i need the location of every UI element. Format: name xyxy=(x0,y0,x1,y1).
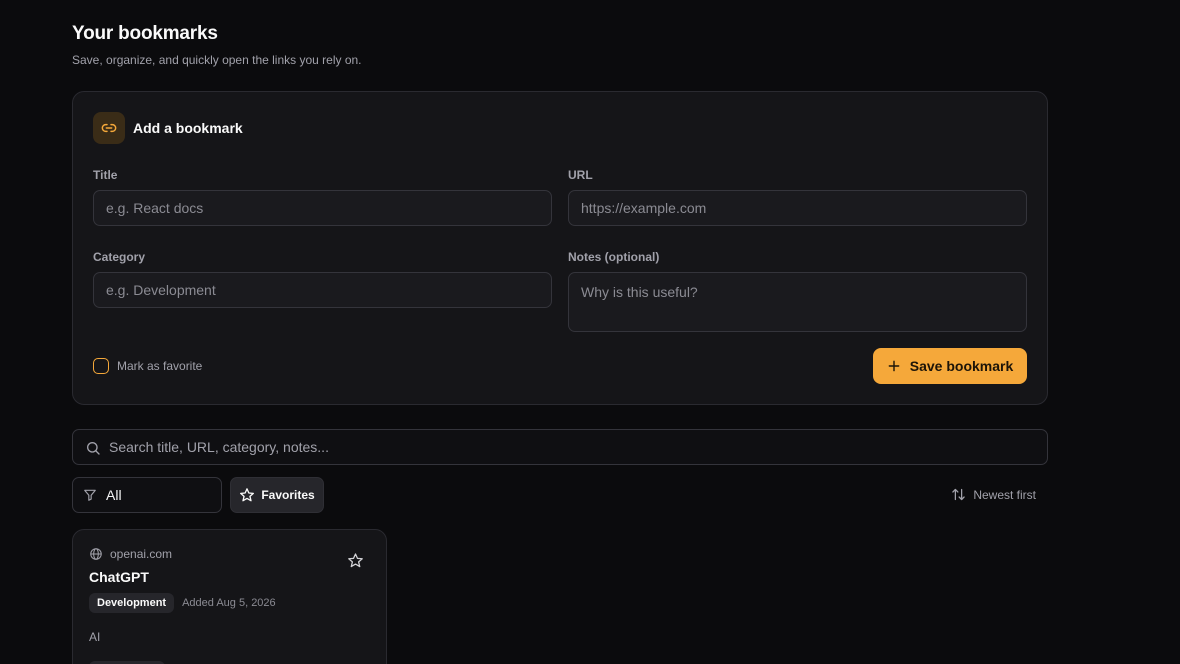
title-input[interactable] xyxy=(93,190,552,226)
save-bookmark-label: Save bookmark xyxy=(909,358,1014,374)
sort-arrows-icon xyxy=(952,488,966,501)
add-bookmark-title: Add a bookmark xyxy=(133,120,243,136)
filter-value: All xyxy=(106,487,122,503)
bookmark-card[interactable]: openai.com ChatGPT Development Added Aug… xyxy=(72,529,387,664)
url-label: URL xyxy=(568,168,593,182)
bookmark-domain-row: openai.com xyxy=(89,547,172,561)
favorite-checkbox-label: Mark as favorite xyxy=(117,359,203,373)
category-label: Category xyxy=(93,250,146,264)
plus-icon xyxy=(888,360,900,372)
search-icon xyxy=(87,442,100,455)
add-bookmark-card: Add a bookmark Title URL Category Notes … xyxy=(72,91,1048,405)
notes-textarea[interactable] xyxy=(568,272,1027,332)
sort-button[interactable]: Newest first xyxy=(951,487,1036,502)
bookmarks-page: Your bookmarks Save, organize, and quick… xyxy=(0,0,1180,664)
favorite-star-icon[interactable] xyxy=(347,552,364,569)
title-label: Title xyxy=(93,168,118,182)
add-bookmark-header: Add a bookmark xyxy=(93,112,243,144)
link-icon xyxy=(93,112,125,144)
filter-icon xyxy=(84,489,96,501)
globe-icon xyxy=(90,548,102,560)
bookmark-domain: openai.com xyxy=(110,547,173,561)
category-input[interactable] xyxy=(93,272,552,308)
category-badge: Development xyxy=(89,593,175,613)
search-input[interactable] xyxy=(73,430,1047,464)
url-input[interactable] xyxy=(568,190,1027,226)
page-subtitle: Save, organize, and quickly open the lin… xyxy=(72,53,362,67)
favorite-checkbox[interactable] xyxy=(93,358,109,374)
favorites-filter-button[interactable]: Favorites xyxy=(230,477,324,513)
page-title: Your bookmarks xyxy=(72,23,218,44)
favorite-checkbox-row[interactable]: Mark as favorite xyxy=(93,358,202,374)
bookmark-notes: AI xyxy=(89,630,101,644)
favorites-filter-label: Favorites xyxy=(261,488,315,502)
bookmark-meta: Development Added Aug 5, 2026 xyxy=(89,593,276,613)
search-bar xyxy=(72,429,1048,465)
notes-label: Notes (optional) xyxy=(568,250,660,264)
bookmark-title[interactable]: ChatGPT xyxy=(89,569,149,585)
save-bookmark-button[interactable]: Save bookmark xyxy=(873,348,1027,384)
sort-label: Newest first xyxy=(973,487,1036,502)
bookmark-added-date: Added Aug 5, 2026 xyxy=(182,597,276,609)
category-filter-select[interactable]: All xyxy=(72,477,222,513)
star-icon xyxy=(240,488,255,502)
